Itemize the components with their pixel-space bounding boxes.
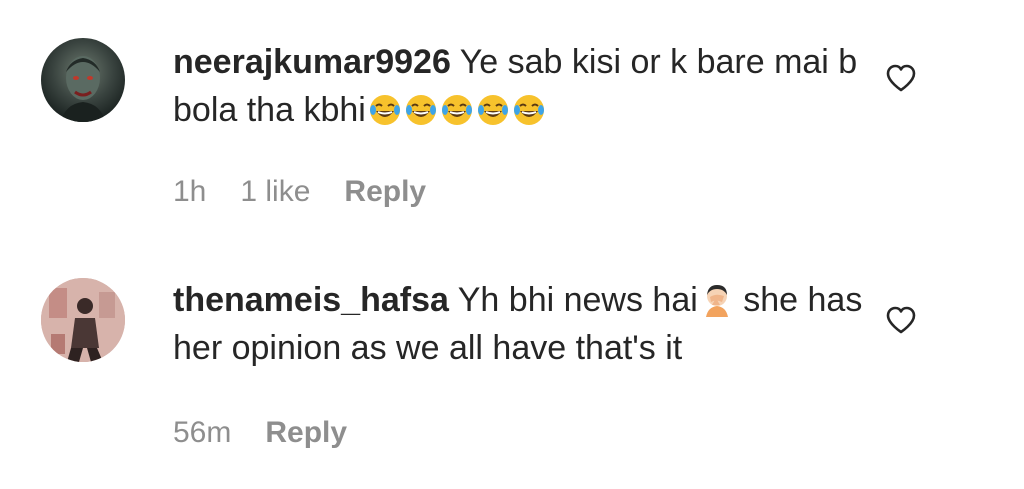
heart-icon[interactable] (886, 306, 916, 334)
comment-timestamp: 56m (173, 416, 232, 449)
tears-of-joy-emoji-icon (368, 92, 402, 126)
tears-of-joy-emoji-icon (404, 92, 438, 126)
comment-text: thenameis_hafsa Yh bhi news hai she has … (173, 276, 873, 372)
comment-item: thenameis_hafsa Yh bhi news hai she has … (0, 240, 1024, 489)
comment-item: neerajkumar9926 Ye sab kisi or k bare ma… (0, 0, 1024, 240)
tears-of-joy-emoji-icon (476, 92, 510, 126)
comment-meta: 1h 1 like Reply (173, 175, 426, 209)
comment-timestamp: 1h (173, 175, 207, 208)
tears-of-joy-emoji-icon (512, 92, 546, 126)
avatar[interactable] (41, 278, 125, 362)
emoji-group (366, 91, 546, 129)
person-facepalming-emoji-icon (700, 282, 734, 317)
comment-username[interactable]: thenameis_hafsa (173, 281, 449, 319)
reply-button[interactable]: Reply (265, 416, 347, 450)
tears-of-joy-emoji-icon (440, 92, 474, 126)
heart-icon[interactable] (886, 64, 916, 92)
avatar-image (41, 278, 125, 362)
avatar-image (61, 56, 105, 122)
reply-button[interactable]: Reply (344, 175, 426, 209)
avatar[interactable] (41, 38, 125, 122)
comment-meta: 56m Reply (173, 416, 347, 450)
comment-message-part-1: Yh bhi news hai (457, 281, 698, 319)
comment-text: neerajkumar9926 Ye sab kisi or k bare ma… (173, 38, 873, 134)
comment-like-count[interactable]: 1 like (240, 175, 310, 209)
comment-username[interactable]: neerajkumar9926 (173, 43, 451, 81)
